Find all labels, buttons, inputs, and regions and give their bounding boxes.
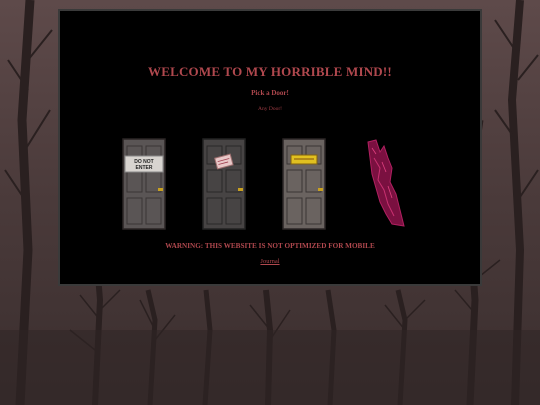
page-title: WELCOME TO MY HORRIBLE MIND!! (148, 64, 392, 79)
main-panel: WELCOME TO MY HORRIBLE MIND!! Pick a Doo… (58, 9, 482, 286)
journal-link[interactable]: Journal (260, 258, 279, 265)
door-1-link[interactable]: DO NOT ENTER (122, 138, 166, 230)
door-4-link[interactable] (362, 138, 406, 230)
svg-text:ENTER: ENTER (136, 165, 153, 171)
door-3-link[interactable] (282, 138, 326, 230)
door-2-link[interactable] (202, 138, 246, 230)
page-tagline: Any Door! (258, 106, 282, 112)
journal-link-wrap: Journal (60, 258, 480, 265)
mobile-warning: WARNING: THIS WEBSITE IS NOT OPTIMIZED F… (165, 242, 375, 250)
page-subtitle: Pick a Door! (251, 89, 289, 97)
